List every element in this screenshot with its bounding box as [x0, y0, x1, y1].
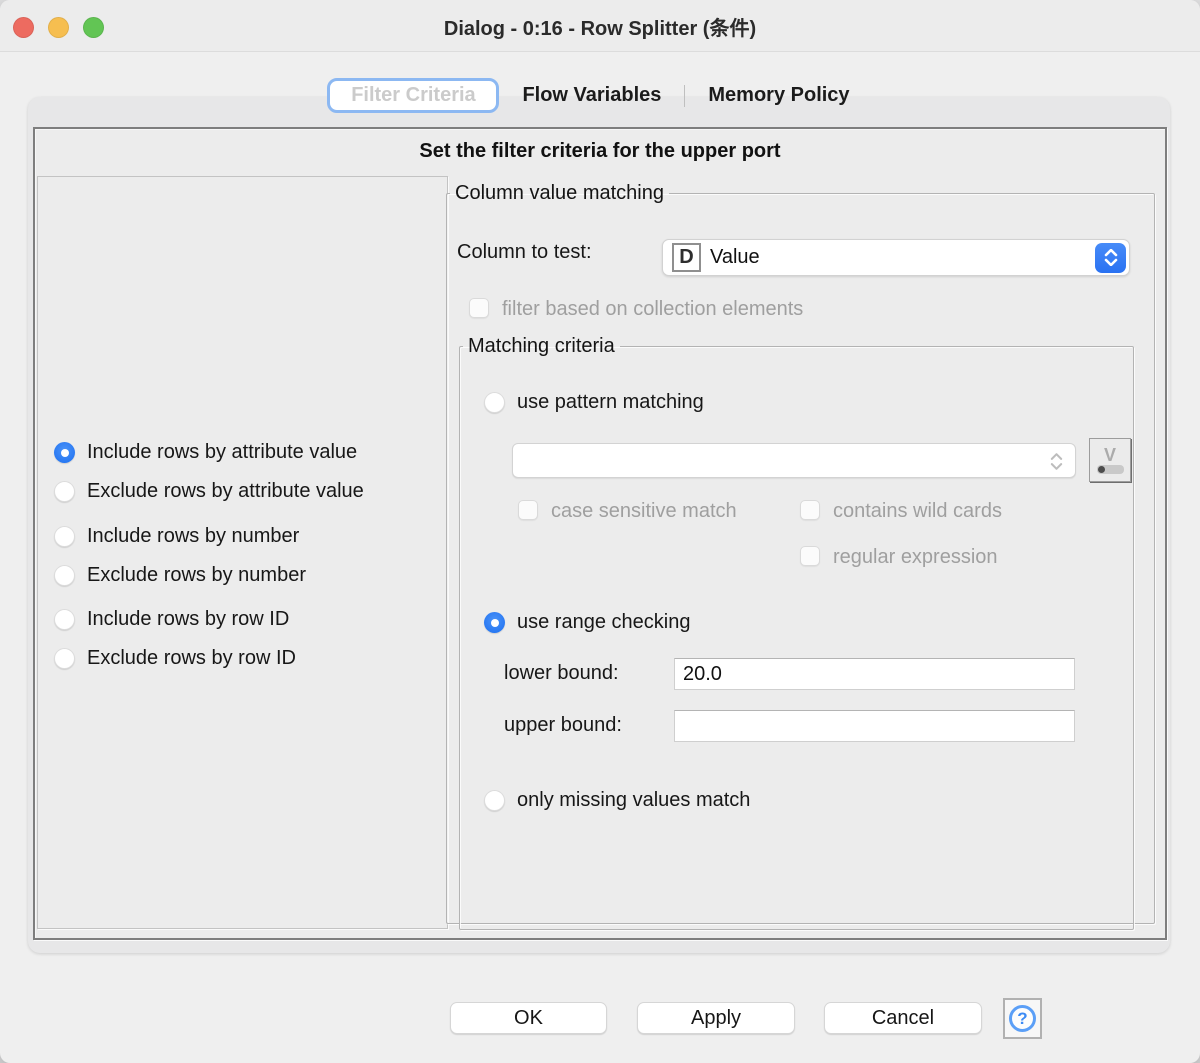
collection-elements-checkbox[interactable] [469, 298, 489, 318]
radio-include-number[interactable]: Include rows by number [54, 525, 299, 548]
radio-exclude-rowid[interactable]: Exclude rows by row ID [54, 647, 296, 670]
title-bar: Dialog - 0:16 - Row Splitter (条件) [0, 0, 1200, 52]
dropdown-chevrons-icon [1095, 242, 1126, 273]
radio-use-range-checking[interactable]: use range checking [484, 611, 690, 634]
radio-button-icon [484, 392, 505, 413]
ok-button-label: OK [514, 1006, 543, 1029]
filter-criteria-panel: Set the filter criteria for the upper po… [33, 127, 1167, 940]
matching-criteria-legend: Matching criteria [468, 335, 615, 357]
tab-filter-criteria-label: Filter Criteria [351, 84, 476, 106]
upper-bound-input[interactable] [674, 710, 1075, 742]
combo-chevrons-icon [1046, 447, 1066, 475]
radio-label: only missing values match [517, 789, 751, 811]
collection-elements-label: filter based on collection elements [502, 298, 804, 320]
help-button[interactable]: ? [1003, 998, 1042, 1039]
column-to-test-label: Column to test: [457, 241, 592, 263]
help-question-icon: ? [1009, 1005, 1036, 1032]
zoom-window-button[interactable] [83, 17, 104, 38]
radio-label: Exclude rows by attribute value [87, 480, 364, 502]
cancel-button[interactable]: Cancel [824, 1002, 982, 1034]
radio-button-icon [54, 609, 75, 630]
radio-label: Include rows by attribute value [87, 441, 358, 463]
radio-include-rowid[interactable]: Include rows by row ID [54, 608, 289, 631]
radio-button-icon [484, 612, 505, 633]
selected-column-value: Value [710, 246, 760, 268]
column-select-dropdown[interactable]: D Value [662, 239, 1130, 276]
regular-expression-label: regular expression [833, 546, 998, 568]
panel-header: Set the filter criteria for the upper po… [419, 140, 781, 162]
regular-expression-checkbox[interactable] [800, 546, 820, 566]
radio-label: Include rows by number [87, 525, 300, 547]
column-value-matching-group: Column value matching Column to test: D … [446, 182, 1155, 930]
radio-exclude-attribute[interactable]: Exclude rows by attribute value [54, 480, 364, 503]
minimize-window-button[interactable] [48, 17, 69, 38]
radio-label: use range checking [517, 611, 691, 633]
wild-cards-label: contains wild cards [833, 500, 1002, 522]
ok-button[interactable]: OK [450, 1002, 607, 1034]
filter-mode-panel: Include rows by attribute value Exclude … [37, 176, 448, 929]
radio-only-missing-values[interactable]: only missing values match [484, 789, 750, 812]
cancel-button-label: Cancel [871, 1006, 935, 1029]
tab-bar: Filter Criteria Flow Variables Memory Po… [0, 78, 1200, 113]
tab-memory-policy[interactable]: Memory Policy [685, 78, 872, 113]
case-sensitive-label: case sensitive match [551, 500, 737, 522]
matching-criteria-group: Matching criteria use pattern matching V [459, 335, 1134, 930]
radio-button-icon [54, 481, 75, 502]
radio-button-icon [54, 648, 75, 669]
tab-flow-variables-label: Flow Variables [522, 84, 662, 106]
apply-button[interactable]: Apply [637, 1002, 795, 1034]
radio-include-attribute[interactable]: Include rows by attribute value [54, 441, 357, 464]
radio-use-pattern-matching[interactable]: use pattern matching [484, 391, 704, 414]
radio-button-icon [54, 442, 75, 463]
tab-flow-variables[interactable]: Flow Variables [499, 78, 684, 113]
flow-variable-bar-icon [1096, 464, 1124, 474]
radio-label: Exclude rows by number [87, 564, 306, 586]
tab-filter-criteria[interactable]: Filter Criteria [327, 78, 500, 113]
flow-variable-button[interactable]: V [1089, 438, 1131, 482]
pattern-combobox[interactable] [512, 443, 1076, 478]
wild-cards-checkbox[interactable] [800, 500, 820, 520]
radio-button-icon [54, 565, 75, 586]
radio-button-icon [54, 526, 75, 547]
window-title: Dialog - 0:16 - Row Splitter (条件) [443, 17, 757, 40]
apply-button-label: Apply [690, 1006, 742, 1029]
upper-bound-label: upper bound: [504, 714, 622, 736]
double-type-icon: D [672, 243, 701, 272]
tab-memory-policy-label: Memory Policy [708, 84, 850, 106]
lower-bound-label: lower bound: [504, 662, 619, 684]
dialog-window: Dialog - 0:16 - Row Splitter (条件) Filter… [0, 0, 1200, 1063]
case-sensitive-checkbox[interactable] [518, 500, 538, 520]
radio-exclude-number[interactable]: Exclude rows by number [54, 564, 306, 587]
radio-label: Exclude rows by row ID [87, 647, 296, 669]
radio-label: Include rows by row ID [87, 608, 290, 630]
lower-bound-input[interactable] [674, 658, 1075, 690]
close-window-button[interactable] [13, 17, 34, 38]
flow-variable-v-icon: V [1103, 444, 1116, 465]
column-value-matching-legend: Column value matching [455, 182, 664, 204]
radio-label: use pattern matching [517, 391, 704, 413]
radio-button-icon [484, 790, 505, 811]
